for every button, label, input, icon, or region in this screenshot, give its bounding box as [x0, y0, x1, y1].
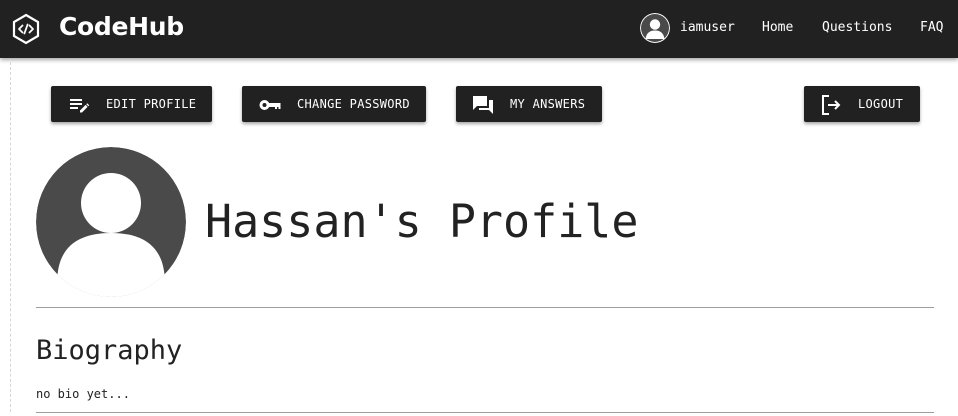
my-answers-button[interactable]: MY ANSWERS [456, 86, 602, 122]
edit-notes-icon [70, 99, 90, 113]
top-navbar: CodeHub iamuser Home Questions FAQ [0, 0, 958, 58]
change-password-label: CHANGE PASSWORD [297, 97, 410, 111]
my-answers-label: MY ANSWERS [510, 97, 586, 111]
change-password-button[interactable]: CHANGE PASSWORD [242, 86, 426, 122]
profile-avatar [36, 147, 186, 297]
logout-icon [822, 95, 841, 115]
logout-button[interactable]: LOGOUT [804, 86, 920, 122]
left-dotted-divider [10, 62, 12, 412]
edit-profile-button[interactable]: EDIT PROFILE [51, 86, 212, 122]
nav-link-questions[interactable]: Questions [822, 19, 892, 37]
nav-link-faq[interactable]: FAQ [920, 19, 943, 37]
code-hexagon-icon[interactable] [11, 13, 41, 45]
user-avatar-icon[interactable] [640, 13, 670, 43]
section-divider [36, 307, 934, 308]
nav-username[interactable]: iamuser [680, 19, 735, 37]
key-icon [259, 100, 281, 110]
nav-link-home[interactable]: Home [762, 19, 793, 37]
biography-text: no bio yet... [36, 387, 130, 401]
logout-label: LOGOUT [858, 97, 904, 111]
user-avatar-icon [36, 147, 186, 297]
section-divider-bottom [36, 412, 934, 413]
forum-icon [473, 96, 493, 114]
brand-name[interactable]: CodeHub [59, 11, 184, 43]
edit-profile-label: EDIT PROFILE [106, 97, 197, 111]
page-title: Hassan's Profile [205, 195, 639, 248]
biography-heading: Biography [36, 335, 183, 366]
